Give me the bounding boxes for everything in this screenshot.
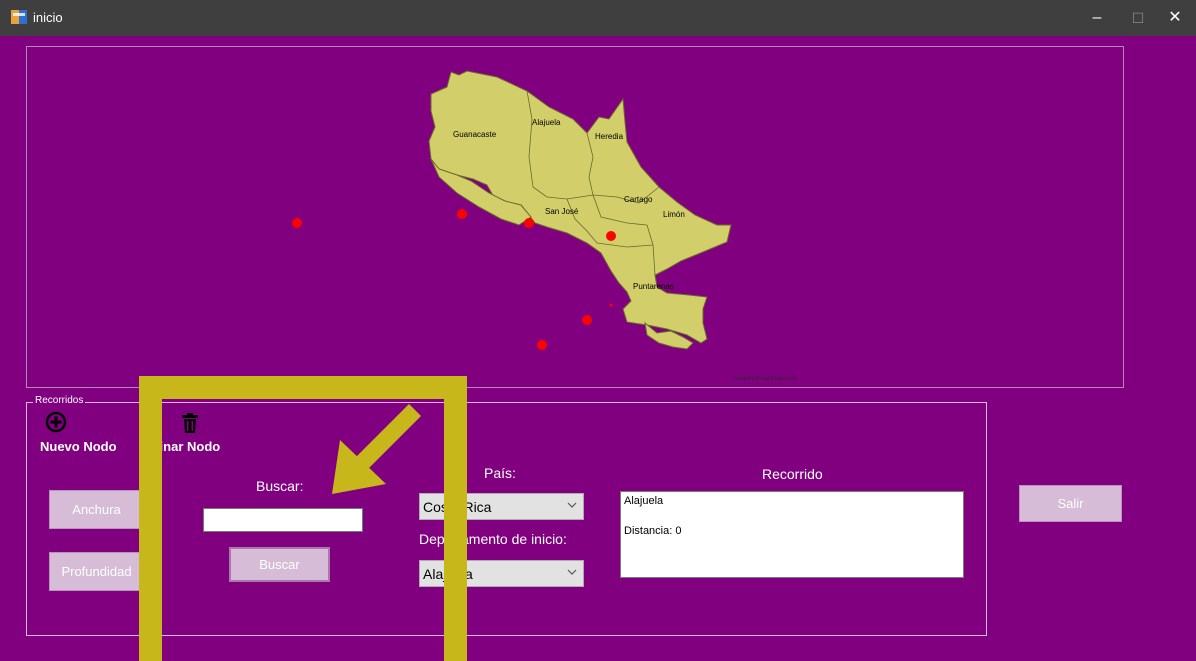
region-label-alajuela: Alajuela: [532, 118, 561, 127]
map-credit: Created with paintmaps.com: [733, 376, 796, 382]
map-node[interactable]: [582, 315, 592, 325]
recorrido-line: Alajuela: [624, 495, 664, 507]
map-node[interactable]: [457, 209, 467, 219]
pointer-arrow-icon: [332, 403, 422, 494]
map-panel[interactable]: Guanacaste Alajuela Heredia San José Car…: [26, 46, 1124, 388]
window-title: inicio: [33, 10, 63, 25]
region-label-guanacaste: Guanacaste: [453, 130, 497, 139]
maximize-button[interactable]: ☐: [1125, 8, 1151, 28]
recorrido-output[interactable]: Alajuela Distancia: 0: [620, 491, 964, 578]
chevron-down-icon: [567, 569, 577, 575]
anchura-button[interactable]: Anchura: [49, 490, 144, 529]
recorrido-line: Distancia: 0: [624, 525, 682, 537]
map-node[interactable]: [524, 218, 534, 228]
new-node-label[interactable]: Nuevo Nodo: [40, 439, 117, 454]
search-button[interactable]: Buscar: [229, 547, 330, 582]
recorrido-label: Recorrido: [762, 466, 823, 482]
departamento-label: Departamento de inicio:: [419, 531, 567, 547]
pais-select-value: Costa Rica: [423, 499, 492, 515]
map-node-small: [609, 303, 613, 307]
app-icon: [11, 10, 27, 24]
region-label-san-jose: San José: [545, 207, 579, 216]
region-label-heredia: Heredia: [595, 132, 624, 141]
region-label-limon: Limón: [663, 210, 685, 219]
add-circle-icon[interactable]: [45, 411, 67, 433]
pais-label: País:: [484, 465, 516, 481]
minimize-button[interactable]: –: [1084, 8, 1110, 28]
region-label-puntarenas: Puntarenas: [633, 282, 674, 291]
departamento-select[interactable]: Alajuela: [419, 560, 584, 587]
recorridos-group-label: Recorridos: [33, 395, 86, 406]
chevron-down-icon: [567, 502, 577, 508]
buscar-label: Buscar:: [256, 478, 304, 494]
costa-rica-map: Guanacaste Alajuela Heredia San José Car…: [292, 70, 796, 382]
departamento-select-value: Alajuela: [423, 566, 473, 582]
delete-node-label[interactable]: minar Nodo: [148, 439, 220, 454]
trash-icon[interactable]: [180, 412, 200, 434]
search-input[interactable]: [203, 508, 363, 532]
salir-button[interactable]: Salir: [1019, 485, 1122, 522]
pais-select[interactable]: Costa Rica: [419, 493, 584, 520]
title-bar: inicio – ☐ ✕: [0, 0, 1196, 36]
profundidad-button[interactable]: Profundidad: [49, 552, 144, 591]
close-button[interactable]: ✕: [1162, 8, 1188, 28]
map-node[interactable]: [606, 231, 616, 241]
map-node[interactable]: [537, 340, 547, 350]
map-node[interactable]: [292, 218, 302, 228]
region-label-cartago: Cartago: [624, 195, 653, 204]
map-landmass: [428, 70, 732, 344]
